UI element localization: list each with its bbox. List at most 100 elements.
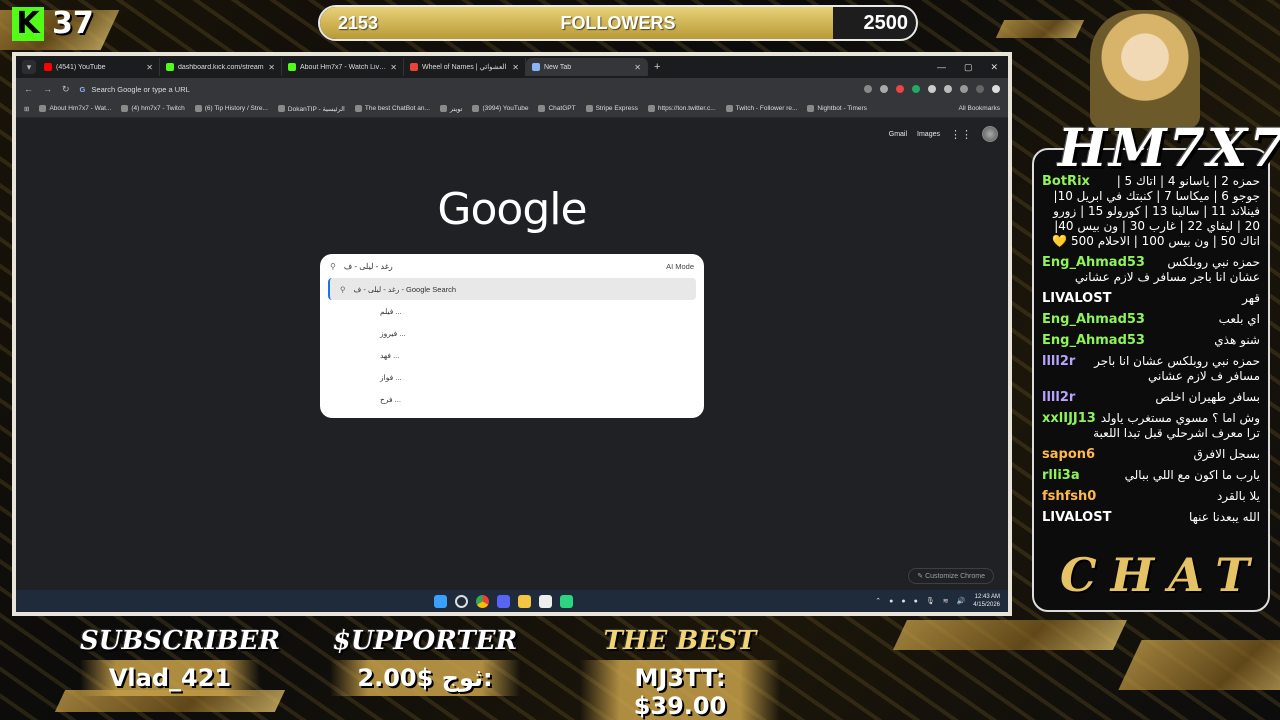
tray-chevron-icon[interactable]: ⌃: [875, 597, 881, 605]
new-tab-button[interactable]: +: [650, 61, 664, 73]
browser-capture-frame: ▾ (4541) YouTube ✕ dashboard.kick.com/stre…: [12, 52, 1012, 616]
search-query[interactable]: رغد - ليلى - ف: [344, 262, 658, 271]
puzzle-icon[interactable]: [944, 85, 952, 93]
chrome-taskbar-icon[interactable]: [476, 594, 489, 608]
bookmark-item[interactable]: https://ton.twitter.c...: [647, 105, 716, 113]
chat-username[interactable]: Eng_Ahmad53: [1042, 333, 1145, 348]
taskbar-clock[interactable]: 12:43 AM 4/15/2026: [973, 593, 1000, 609]
apps-grid-icon[interactable]: ⊞: [24, 105, 29, 113]
google-g-icon: G: [79, 84, 86, 94]
app-taskbar-icon[interactable]: [539, 594, 552, 608]
tab-favicon-icon: [44, 63, 52, 71]
top-suggestion-text: رغد - ليلى - ف - Google Search: [353, 284, 457, 294]
tab-close-icon[interactable]: ✕: [634, 63, 641, 72]
chat-username[interactable]: Eng_Ahmad53: [1042, 255, 1145, 270]
tray-icon[interactable]: ●: [901, 598, 905, 605]
search-suggestion[interactable]: ... فواز: [320, 366, 704, 388]
tab-search-icon[interactable]: ▾: [22, 60, 36, 74]
profile-icon[interactable]: [976, 85, 984, 93]
extension-icon[interactable]: [864, 85, 872, 93]
bookmark-label: (4) hm7x7 - Twitch: [131, 105, 185, 112]
close-window-icon[interactable]: ✕: [990, 62, 998, 73]
bookmark-item[interactable]: (4) hm7x7 - Twitch: [121, 105, 185, 113]
chat-username[interactable]: xxlIJJ13: [1042, 411, 1096, 426]
bookmark-item[interactable]: Stripe Express: [585, 105, 638, 113]
reload-icon[interactable]: ↻: [62, 84, 70, 95]
bookmark-item[interactable]: (3994) YouTube: [472, 105, 528, 113]
bookmark-label: The best ChatBot an...: [364, 105, 430, 112]
account-avatar[interactable]: [982, 126, 998, 142]
tray-icon[interactable]: ●: [889, 598, 893, 605]
extension-icon[interactable]: [928, 85, 936, 93]
wifi-icon[interactable]: ≋: [943, 597, 949, 605]
bookmark-item[interactable]: ChatGPT: [538, 105, 576, 113]
chat-username[interactable]: sapon6: [1042, 447, 1095, 462]
gold-splash-decoration: [893, 620, 1127, 650]
volume-icon[interactable]: 🔊: [957, 597, 966, 605]
taskbar-search-icon[interactable]: [455, 594, 468, 608]
chat-username[interactable]: LIVALOST: [1042, 510, 1111, 525]
bookmark-item[interactable]: (6) Tip History / Stre...: [194, 105, 268, 113]
bookmark-favicon-icon: [538, 105, 546, 112]
windows-start-icon[interactable]: [434, 594, 447, 608]
chat-username[interactable]: rlli3a: [1042, 468, 1080, 483]
extension-icon[interactable]: [896, 85, 904, 93]
browser-tab[interactable]: New Tab ✕: [526, 58, 648, 76]
bookmark-item[interactable]: Twitch - Follower re...: [725, 105, 797, 113]
search-suggestion[interactable]: ... فرح: [320, 388, 704, 410]
browser-tab[interactable]: dashboard.kick.com/stream ✕: [160, 58, 282, 76]
search-suggestion[interactable]: ... فهد: [320, 344, 704, 366]
chrome-window: ▾ (4541) YouTube ✕ dashboard.kick.com/stre…: [16, 56, 1008, 612]
extension-icon[interactable]: [880, 85, 888, 93]
suggestion-text: ... فهد: [380, 350, 400, 360]
top-suggestion[interactable]: ⚲ رغد - ليلى - ف - Google Search: [328, 278, 696, 300]
google-apps-icon[interactable]: ⋮⋮: [950, 128, 972, 141]
download-icon[interactable]: [960, 85, 968, 93]
bookmark-item[interactable]: DokanTIP - الرئيسية: [277, 105, 345, 113]
chat-username[interactable]: llll2r: [1042, 390, 1075, 405]
search-input-row[interactable]: ⚲ رغد - ليلى - ف AI Mode: [320, 254, 704, 278]
followers-label: FOLLOWERS: [560, 12, 676, 33]
chat-username[interactable]: fshfsh0: [1042, 489, 1096, 504]
supporter-badge: $UPPORTER 2.00$ ثوج:: [330, 626, 520, 696]
browser-tab[interactable]: (4541) YouTube ✕: [38, 58, 160, 76]
bookmark-item[interactable]: About Hm7x7 - Wat...: [39, 105, 111, 113]
back-icon[interactable]: ←: [24, 84, 33, 94]
minimize-icon[interactable]: —: [937, 62, 946, 73]
search-suggestion[interactable]: ... فيروز: [320, 322, 704, 344]
forward-icon[interactable]: →: [43, 84, 52, 94]
tab-close-icon[interactable]: ✕: [390, 63, 397, 72]
app-taskbar-icon[interactable]: [560, 594, 573, 608]
bookmark-item[interactable]: The best ChatBot an...: [354, 105, 430, 113]
mic-icon[interactable]: 🎙: [926, 597, 935, 605]
file-explorer-icon[interactable]: [518, 594, 531, 608]
menu-dots-icon[interactable]: [992, 85, 1000, 93]
maximize-icon[interactable]: ▢: [964, 62, 973, 73]
tab-close-icon[interactable]: ✕: [512, 63, 519, 72]
browser-tab[interactable]: About Hm7x7 - Watch Live on Kick ✕: [282, 58, 404, 76]
bookmark-item[interactable]: Nightbot - Timers: [807, 105, 867, 113]
tab-close-icon[interactable]: ✕: [268, 63, 275, 72]
all-bookmarks[interactable]: All Bookmarks: [958, 105, 1000, 112]
search-suggestion[interactable]: ... فيلم: [320, 300, 704, 322]
gmail-link[interactable]: Gmail: [889, 131, 907, 138]
extension-icon[interactable]: [912, 85, 920, 93]
chat-username[interactable]: LIVALOST: [1042, 291, 1111, 306]
suggestion-text: ... فيلم: [380, 306, 402, 316]
images-link[interactable]: Images: [917, 131, 940, 138]
bookmark-label: (3994) YouTube: [482, 105, 529, 112]
browser-tab[interactable]: Wheel of Names | العشوائي ✕: [404, 58, 526, 76]
omnibox[interactable]: G Search Google or type a URL: [80, 81, 854, 97]
customize-chrome-button[interactable]: ✎ Customize Chrome: [908, 568, 994, 584]
chat-username[interactable]: llll2r: [1042, 354, 1075, 369]
tab-close-icon[interactable]: ✕: [146, 63, 153, 72]
followers-goal-bar: 2153 FOLLOWERS 2500: [318, 5, 918, 41]
streamer-avatar-art: [1090, 10, 1200, 128]
bookmark-item[interactable]: تويتر: [439, 105, 462, 113]
chat-text: بسافر طهيران اخلص: [1155, 390, 1260, 404]
ai-mode-button[interactable]: AI Mode: [666, 262, 694, 271]
chat-username[interactable]: Eng_Ahmad53: [1042, 312, 1145, 327]
tray-icon[interactable]: ●: [914, 598, 918, 605]
discord-taskbar-icon[interactable]: [497, 594, 510, 608]
search-icon: ⚲: [330, 261, 336, 271]
